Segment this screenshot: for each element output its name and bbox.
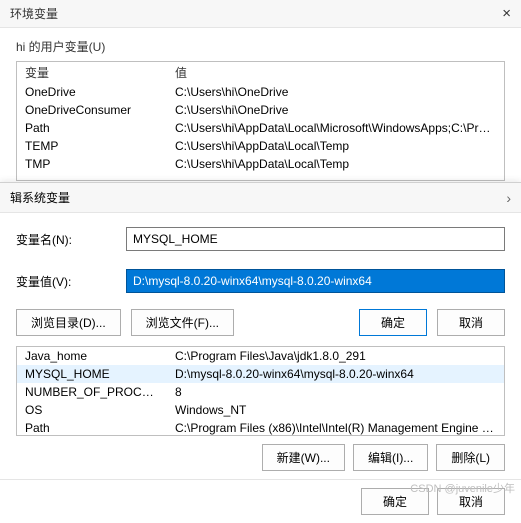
- cell-value: C:\Users\hi\AppData\Local\Temp: [167, 137, 504, 155]
- table-row[interactable]: PathC:\Program Files (x86)\Intel\Intel(R…: [17, 419, 504, 436]
- col-header-name[interactable]: 变量: [17, 62, 167, 83]
- cell-name: OneDriveConsumer: [17, 101, 167, 119]
- cell-value: Windows_NT: [167, 401, 504, 419]
- cell-value: D:\mysql-8.0.20-winx64\mysql-8.0.20-winx…: [167, 365, 504, 383]
- variable-value-label: 变量值(V):: [16, 273, 126, 290]
- delete-button[interactable]: 删除(L): [436, 444, 505, 471]
- variable-name-input[interactable]: [126, 227, 505, 251]
- cell-value: 8: [167, 383, 504, 401]
- col-header-value[interactable]: 值: [167, 62, 504, 83]
- edit-dialog-buttons: 浏览目录(D)... 浏览文件(F)... 确定 取消: [0, 299, 521, 346]
- table-row[interactable]: TMPC:\Users\hi\AppData\Local\Temp: [17, 155, 504, 173]
- table-row[interactable]: Java_homeC:\Program Files\Java\jdk1.8.0_…: [17, 347, 504, 365]
- close-icon[interactable]: ×: [502, 5, 511, 22]
- edit-dialog-titlebar: 辑系统变量 ›: [0, 183, 521, 213]
- edit-system-variable-dialog: 辑系统变量 › 变量名(N): 变量值(V): 浏览目录(D)... 浏览文件(…: [0, 182, 521, 523]
- cell-name: OneDrive: [17, 83, 167, 101]
- cell-name: TMP: [17, 155, 167, 173]
- new-button[interactable]: 新建(W)...: [262, 444, 345, 471]
- table-row[interactable]: NUMBER_OF_PROCESSORS8: [17, 383, 504, 401]
- table-row[interactable]: PathC:\Users\hi\AppData\Local\Microsoft\…: [17, 119, 504, 137]
- cell-value: C:\Users\hi\OneDrive: [167, 101, 504, 119]
- window-title: 环境变量: [10, 5, 502, 22]
- cell-name: Path: [17, 119, 167, 137]
- cell-name: MYSQL_HOME: [17, 365, 167, 383]
- cell-name: Path: [17, 419, 167, 436]
- browse-dir-button[interactable]: 浏览目录(D)...: [16, 309, 121, 336]
- user-vars-table[interactable]: 变量 值 OneDriveC:\Users\hi\OneDriveOneDriv…: [16, 61, 505, 181]
- cell-value: C:\Users\hi\AppData\Local\Temp: [167, 155, 504, 173]
- table-row[interactable]: OneDriveConsumerC:\Users\hi\OneDrive: [17, 101, 504, 119]
- variable-value-row: 变量值(V):: [0, 263, 521, 299]
- table-row[interactable]: TEMPC:\Users\hi\AppData\Local\Temp: [17, 137, 504, 155]
- edit-dialog-title: 辑系统变量: [10, 189, 506, 206]
- edit-cancel-button[interactable]: 取消: [437, 309, 505, 336]
- cell-value: C:\Program Files\Java\jdk1.8.0_291: [167, 347, 504, 365]
- cell-name: TEMP: [17, 137, 167, 155]
- cell-value: C:\Users\hi\AppData\Local\Microsoft\Wind…: [167, 119, 504, 137]
- cell-value: C:\Users\hi\OneDrive: [167, 83, 504, 101]
- table-header-row: 变量 值: [17, 62, 504, 83]
- browse-file-button[interactable]: 浏览文件(F)...: [131, 309, 234, 336]
- cell-name: OS: [17, 401, 167, 419]
- chevron-right-icon[interactable]: ›: [506, 190, 511, 206]
- cell-name: NUMBER_OF_PROCESSORS: [17, 383, 167, 401]
- edit-button[interactable]: 编辑(I)...: [353, 444, 428, 471]
- table-row[interactable]: OneDriveC:\Users\hi\OneDrive: [17, 83, 504, 101]
- edit-ok-button[interactable]: 确定: [359, 309, 427, 336]
- variable-name-row: 变量名(N):: [0, 221, 521, 257]
- table-row[interactable]: MYSQL_HOMED:\mysql-8.0.20-winx64\mysql-8…: [17, 365, 504, 383]
- watermark: CSDN @juvenile少年: [410, 480, 515, 496]
- variable-name-label: 变量名(N):: [16, 231, 126, 248]
- system-vars-table[interactable]: Java_homeC:\Program Files\Java\jdk1.8.0_…: [16, 346, 505, 436]
- system-vars-buttons: 新建(W)... 编辑(I)... 删除(L): [0, 436, 521, 479]
- table-row[interactable]: OSWindows_NT: [17, 401, 504, 419]
- cell-name: Java_home: [17, 347, 167, 365]
- user-vars-label: hi 的用户变量(U): [0, 28, 521, 61]
- titlebar: 环境变量 ×: [0, 0, 521, 28]
- variable-value-input[interactable]: [126, 269, 505, 293]
- cell-value: C:\Program Files (x86)\Intel\Intel(R) Ma…: [167, 419, 504, 436]
